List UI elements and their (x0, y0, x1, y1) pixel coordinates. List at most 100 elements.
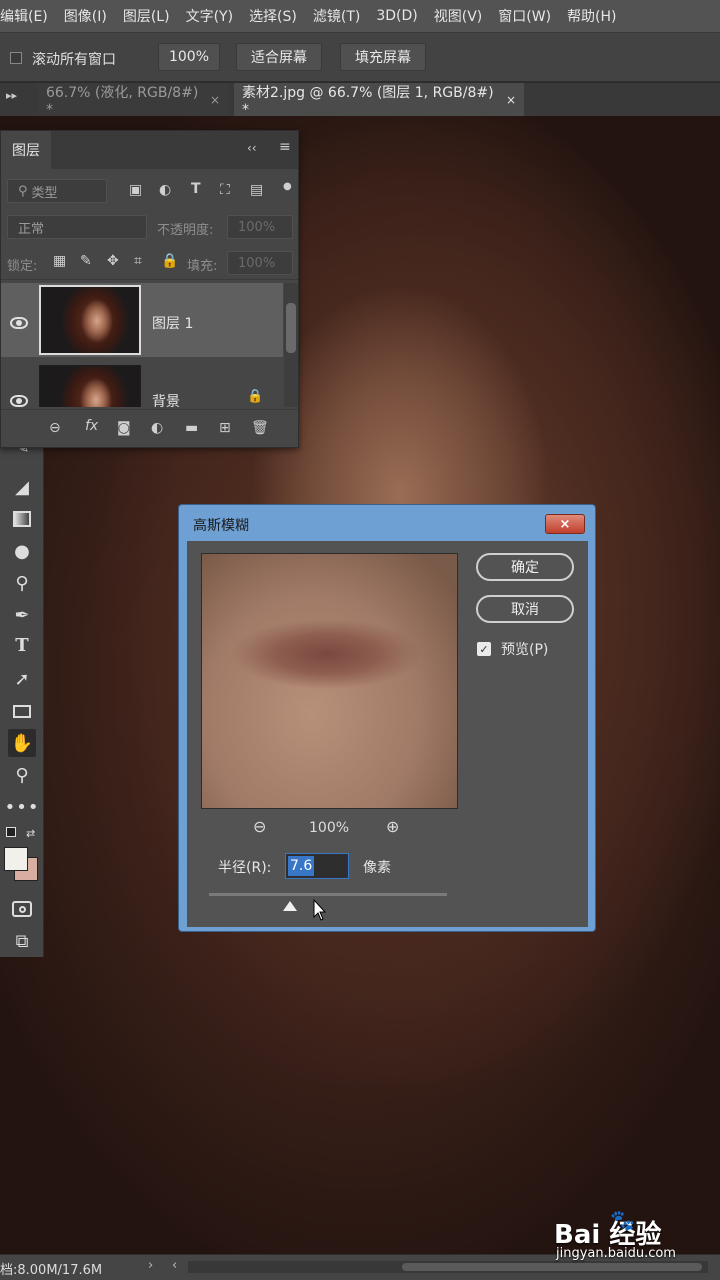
zoom-in-icon[interactable]: ⊕ (386, 817, 399, 836)
visibility-eye-icon[interactable] (10, 395, 28, 407)
path-select-icon[interactable]: ➚ (8, 665, 36, 693)
shape-filter-icon[interactable]: ⛶ (220, 182, 230, 198)
foreground-color-swatch[interactable] (4, 847, 28, 871)
eraser-icon[interactable]: ◢ (8, 473, 36, 501)
link-layers-icon[interactable]: ⊖ (49, 420, 61, 436)
opacity-label: 不透明度: (157, 223, 214, 238)
filter-toggle-icon[interactable]: ● (283, 181, 292, 192)
divider (1, 279, 298, 280)
lock-label: 锁定: (7, 259, 38, 274)
dodge-icon[interactable]: ⚲ (8, 569, 36, 597)
cancel-button[interactable]: 取消 (476, 595, 574, 623)
layers-tab[interactable]: 图层 (1, 131, 51, 169)
lock-position-icon[interactable]: ✥ (107, 253, 119, 269)
layers-footer: ⊖ fx ◙ ◐ ▬ ⊞ 🗑 (1, 409, 298, 447)
screen-mode-icon[interactable]: ⧉ (8, 927, 36, 955)
visibility-eye-icon[interactable] (10, 317, 28, 329)
layer-filter-label: 类型 (31, 185, 58, 201)
zoom-100-button[interactable]: 100% (158, 43, 220, 71)
lock-icon: 🔒 (247, 389, 264, 404)
adjustment-filter-icon[interactable]: ◐ (159, 182, 171, 198)
baidu-jingyan-watermark: Bai 经验 🐾 jingyan.baidu.com (554, 1198, 714, 1266)
opacity-input[interactable]: 100% (227, 215, 293, 239)
menu-window[interactable]: 窗口(W) (490, 6, 559, 26)
lock-image-icon[interactable]: ✎ (80, 253, 92, 269)
default-colors-icon[interactable] (6, 827, 16, 837)
layer-thumbnail (39, 285, 141, 355)
menu-select[interactable]: 选择(S) (241, 6, 305, 26)
type-filter-icon[interactable]: T (191, 181, 201, 197)
layers-scrollbar[interactable] (284, 283, 298, 407)
preview-checkbox[interactable]: ✓ (477, 642, 491, 656)
radius-slider-thumb[interactable] (282, 901, 297, 911)
menu-image[interactable]: 图像(I) (56, 6, 115, 26)
tab-liquify-doc[interactable]: 66.7% (液化, RGB/8#) * × (38, 83, 228, 118)
zoom-out-icon[interactable]: ⊖ (253, 817, 266, 836)
radius-slider-track[interactable] (209, 893, 447, 911)
trash-icon[interactable]: 🗑 (251, 420, 269, 436)
collapse-panel-icon[interactable]: ‹‹ (247, 141, 257, 155)
fill-input[interactable]: 100% (227, 251, 293, 275)
gradient-icon[interactable] (8, 505, 36, 533)
close-icon[interactable]: × (210, 93, 220, 107)
radius-label: 半径(R): (218, 860, 272, 876)
close-icon[interactable]: × (506, 93, 516, 107)
rectangle-icon[interactable] (8, 697, 36, 725)
add-mask-icon[interactable]: ◙ (117, 420, 131, 436)
more-tools-icon[interactable]: ••• (5, 793, 39, 821)
doc-size-info: 档:8.00M/17.6M (0, 1263, 103, 1278)
tools-panel: ✎ ◢ ● ⚲ ✒ T ➚ ✋ ⚲ ••• ⇄ ⧉ (0, 433, 44, 957)
layers-panel-header: 图层 ‹‹ ≡ (1, 131, 298, 169)
tab-active-doc[interactable]: 素材2.jpg @ 66.7% (图层 1, RGB/8#) * × (234, 83, 524, 118)
layer-name: 背景 (152, 394, 180, 407)
tab-label: 素材2.jpg @ 66.7% (图层 1, RGB/8#) * (242, 84, 494, 118)
blur-preview-image[interactable] (201, 553, 458, 809)
lock-transparent-icon[interactable]: ▦ (53, 253, 66, 269)
fill-screen-button[interactable]: 填充屏幕 (340, 43, 426, 71)
lock-artboard-icon[interactable]: ⌗ (134, 253, 142, 269)
lock-all-icon[interactable]: 🔒 (161, 253, 178, 269)
document-tab-bar: ▸▸ 66.7% (液化, RGB/8#) * × 素材2.jpg @ 66.7… (0, 83, 720, 118)
pen-icon[interactable]: ✒ (8, 601, 36, 629)
menu-help[interactable]: 帮助(H) (559, 6, 624, 26)
type-tool-icon[interactable]: T (8, 631, 36, 659)
chevron-left-icon[interactable]: ‹ (172, 1258, 177, 1273)
quick-mask-icon[interactable] (8, 895, 36, 923)
hand-tool-icon[interactable]: ✋ (8, 729, 36, 757)
pixel-filter-icon[interactable]: ▣ (129, 182, 142, 198)
ok-button[interactable]: 确定 (476, 553, 574, 581)
scrollbar-thumb[interactable] (286, 303, 296, 353)
layer-filter-select[interactable]: ⚲ 类型 (7, 179, 107, 203)
search-icon: ⚲ (18, 183, 28, 199)
radius-input[interactable]: 7.6 (285, 853, 349, 879)
menu-type[interactable]: 文字(Y) (178, 6, 241, 26)
swap-colors-icon[interactable]: ⇄ (26, 827, 35, 840)
fit-screen-button[interactable]: 适合屏幕 (236, 43, 322, 71)
preview-zoom-level: 100% (309, 820, 350, 836)
menu-view[interactable]: 视图(V) (426, 6, 491, 26)
blend-mode-select[interactable]: 正常 (7, 215, 147, 239)
menu-edit[interactable]: 编辑(E) (0, 6, 56, 26)
layer-thumbnail (39, 365, 141, 407)
zoom-tool-icon[interactable]: ⚲ (8, 761, 36, 789)
scroll-all-checkbox[interactable] (10, 52, 22, 64)
panel-collapse-icon[interactable]: ▸▸ (6, 89, 17, 102)
menu-layer[interactable]: 图层(L) (115, 6, 178, 26)
new-layer-icon[interactable]: ⊞ (219, 420, 231, 436)
layer-row-layer1[interactable]: 图层 1 (1, 283, 283, 357)
menu-filter[interactable]: 滤镜(T) (305, 6, 368, 26)
fx-icon[interactable]: fx (85, 418, 98, 434)
menu-3d[interactable]: 3D(D) (368, 8, 425, 24)
dialog-body: 确定 取消 ✓ 预览(P) ⊖ 100% ⊕ 半径(R): 7.6 像素 (187, 541, 588, 927)
panel-menu-icon[interactable]: ≡ (279, 139, 291, 155)
menu-bar: 编辑(E) 图像(I) 图层(L) 文字(Y) 选择(S) 滤镜(T) 3D(D… (0, 0, 720, 32)
watermark-url: jingyan.baidu.com (556, 1246, 676, 1261)
layer-row-background[interactable]: 背景 🔒 (1, 361, 283, 407)
adjustment-layer-icon[interactable]: ◐ (151, 420, 163, 436)
close-icon[interactable]: × (545, 514, 585, 534)
scroll-all-label: 滚动所有窗口 (32, 52, 116, 68)
smart-object-filter-icon[interactable]: ▤ (250, 182, 263, 198)
group-folder-icon[interactable]: ▬ (185, 420, 198, 436)
chevron-right-icon[interactable]: › (148, 1258, 153, 1273)
blur-drop-icon[interactable]: ● (8, 537, 36, 565)
